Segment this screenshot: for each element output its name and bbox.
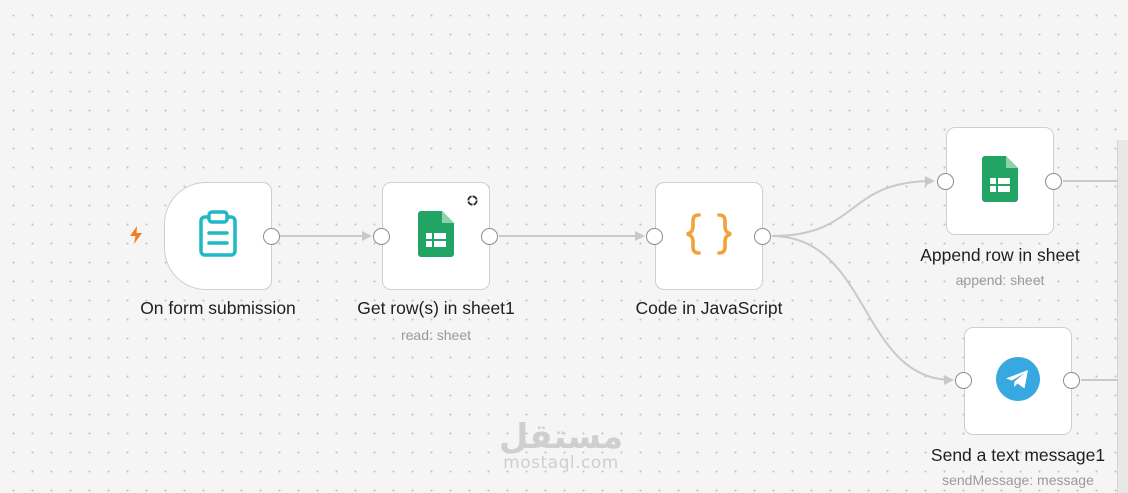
code-braces-icon <box>685 212 733 261</box>
trigger-bolt-icon <box>128 225 144 250</box>
clipboard-icon <box>196 209 240 263</box>
watermark-arabic: مستقل <box>498 417 624 457</box>
output-handle-get-rows[interactable] <box>481 228 498 245</box>
google-sheets-icon <box>982 155 1018 207</box>
output-handle-append[interactable] <box>1045 173 1062 190</box>
node-sublabel-telegram: sendMessage: message <box>942 472 1094 488</box>
google-sheets-icon <box>418 210 454 262</box>
edge-code-to-append <box>771 176 935 237</box>
node-on-form-submission[interactable] <box>164 182 272 290</box>
input-handle-append[interactable] <box>937 173 954 190</box>
node-get-rows[interactable] <box>382 182 490 290</box>
node-sublabel-append: append: sheet <box>955 272 1045 288</box>
input-handle-telegram[interactable] <box>955 372 972 389</box>
output-handle-code[interactable] <box>754 228 771 245</box>
pinned-status-icon <box>466 194 479 212</box>
node-label-code: Code in JavaScript <box>635 298 783 318</box>
workflow-canvas[interactable]: On form submission Get row(s) in sheet1 … <box>0 0 1128 493</box>
node-label-telegram: Send a text message1 <box>930 445 1106 465</box>
input-handle-code[interactable] <box>646 228 663 245</box>
watermark-latin: mostaql.com <box>503 453 619 473</box>
side-panel-edge <box>1117 140 1128 493</box>
node-sublabel-get-rows: read: sheet <box>400 327 472 343</box>
input-handle-get-rows[interactable] <box>373 228 390 245</box>
node-label-get-rows: Get row(s) in sheet1 <box>357 298 515 318</box>
telegram-icon <box>995 356 1041 407</box>
output-handle-telegram[interactable] <box>1063 372 1080 389</box>
node-send-telegram[interactable] <box>964 327 1072 435</box>
output-handle-form[interactable] <box>263 228 280 245</box>
node-label-form: On form submission <box>140 298 296 318</box>
node-code-javascript[interactable] <box>655 182 763 290</box>
mostaql-watermark: مستقل mostaql.com <box>486 420 636 472</box>
node-label-append: Append row in sheet <box>920 245 1080 265</box>
node-append-row[interactable] <box>946 127 1054 235</box>
